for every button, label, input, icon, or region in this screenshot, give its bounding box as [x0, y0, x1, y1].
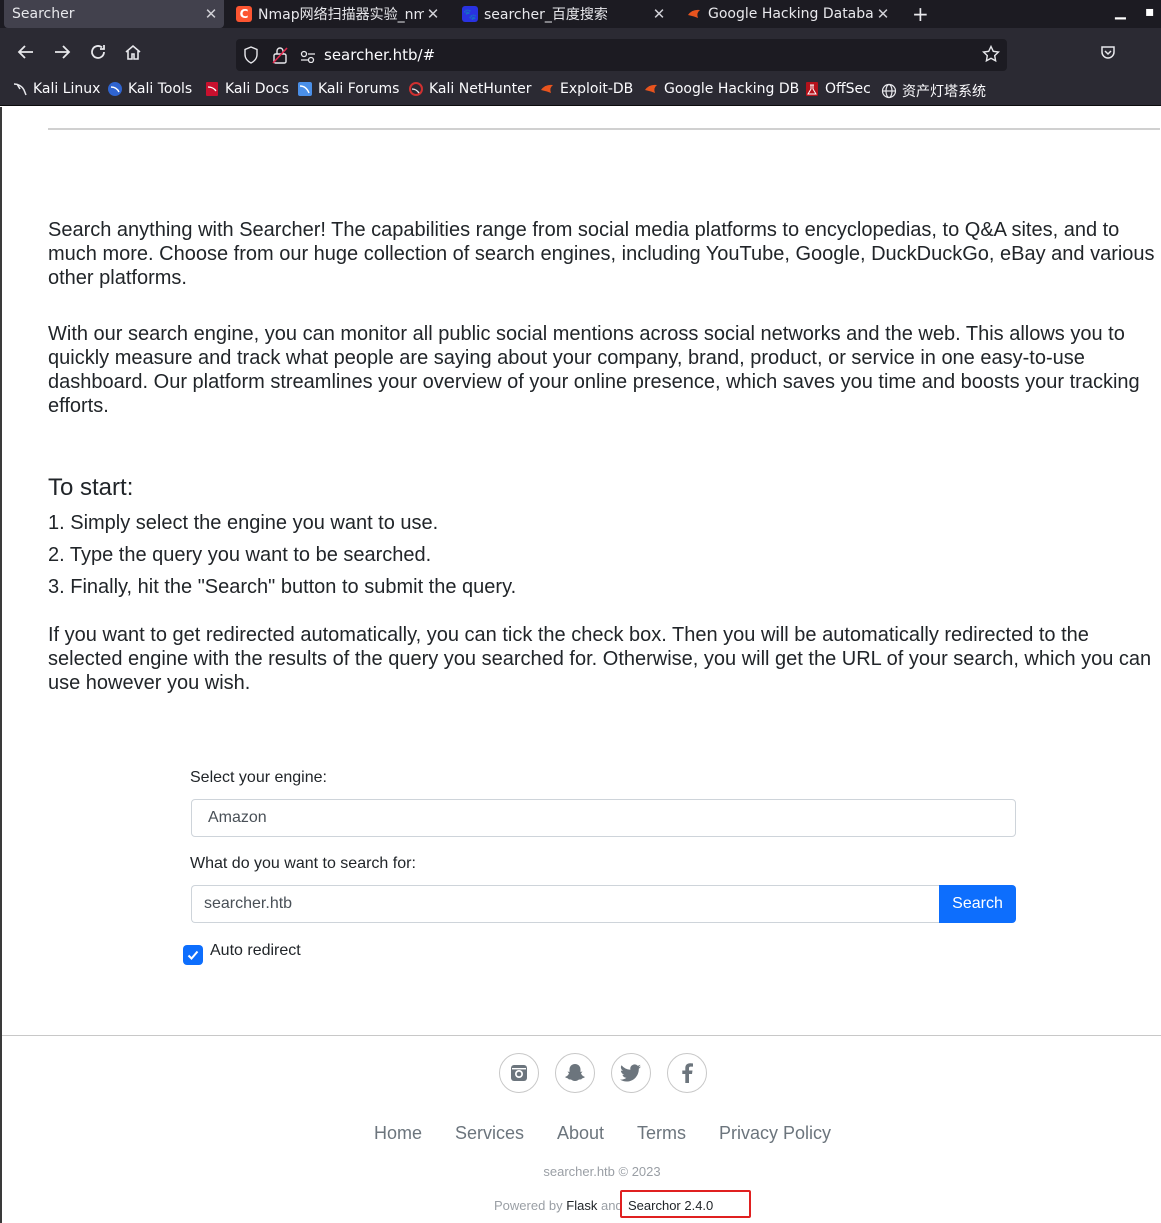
- exploit-db-icon: [539, 81, 555, 97]
- section-divider: [48, 128, 1160, 130]
- kali-forums-icon: [297, 81, 313, 97]
- intro-paragraph: Search anything with Searcher! The capab…: [48, 219, 1155, 289]
- forward-button[interactable]: [50, 40, 74, 64]
- bookmark-asset-system[interactable]: 资产灯塔系统: [881, 81, 986, 101]
- footer-link-home[interactable]: Home: [374, 1123, 422, 1144]
- tab-title: searcher_百度搜索: [484, 7, 608, 23]
- bookmark-kali-tools[interactable]: Kali Tools: [107, 81, 192, 97]
- step-2: 2. Type the query you want to be searche…: [48, 544, 432, 566]
- powered-by-line: Powered by Flask and: [494, 1198, 623, 1213]
- close-icon[interactable]: ✕: [424, 5, 442, 23]
- bookmark-label: Kali NetHunter: [429, 81, 532, 97]
- close-icon[interactable]: ✕: [202, 5, 220, 23]
- bookmark-star-icon[interactable]: [981, 44, 1001, 67]
- back-button[interactable]: [14, 40, 38, 64]
- twitter-icon[interactable]: [611, 1053, 651, 1093]
- tab-title: Searcher: [12, 6, 75, 22]
- monitoring-paragraph: With our search engine, you can monitor …: [48, 323, 1140, 417]
- exploit-db-icon: [686, 6, 702, 22]
- kali-dragon-icon: [12, 81, 28, 97]
- snapchat-icon[interactable]: [555, 1053, 595, 1093]
- tab-ghdb[interactable]: Google Hacking Database ✕: [686, 0, 892, 28]
- new-tab-button[interactable]: +: [912, 2, 929, 26]
- auto-redirect-checkbox[interactable]: [183, 945, 203, 965]
- bookmark-label: Kali Forums: [318, 81, 400, 97]
- searchor-version-link[interactable]: Searchor 2.4.0: [628, 1198, 713, 1213]
- close-icon[interactable]: ✕: [874, 5, 892, 23]
- engine-select[interactable]: Amazon: [191, 799, 1016, 837]
- footer-divider: [2, 1035, 1161, 1036]
- tab-title: Nmap网络扫描器实验_nmap: [258, 7, 424, 23]
- csdn-icon: C: [236, 6, 252, 22]
- offsec-icon: [804, 81, 820, 97]
- bookmark-kali-docs[interactable]: Kali Docs: [204, 81, 289, 97]
- kali-tools-icon: [107, 81, 123, 97]
- bookmark-offsec[interactable]: OffSec: [804, 81, 871, 97]
- minimize-button[interactable]: ▁: [1115, 4, 1126, 20]
- bookmark-label: Google Hacking DB: [664, 81, 800, 97]
- bookmark-kali-nethunter[interactable]: Kali NetHunter: [408, 81, 531, 97]
- url-text[interactable]: searcher.htb/#: [324, 46, 435, 64]
- query-input[interactable]: searcher.htb: [191, 885, 941, 923]
- close-icon[interactable]: ✕: [650, 5, 668, 23]
- address-bar[interactable]: searcher.htb/#: [236, 39, 1007, 71]
- maximize-button[interactable]: ▪: [1145, 4, 1155, 20]
- flask-link[interactable]: Flask: [566, 1198, 597, 1213]
- nethunter-icon: [408, 81, 424, 97]
- reload-button[interactable]: [86, 40, 110, 64]
- powered-by-text: Powered by: [494, 1198, 563, 1213]
- exploit-db-icon: [643, 81, 659, 97]
- auto-redirect-label[interactable]: Auto redirect: [210, 942, 301, 960]
- tab-baidu[interactable]: 🐾 searcher_百度搜索 ✕: [462, 0, 668, 28]
- bookmark-kali-linux[interactable]: Kali Linux: [12, 81, 100, 97]
- engine-label: Select your engine:: [190, 769, 327, 786]
- query-value: searcher.htb: [204, 895, 293, 912]
- footer-link-services[interactable]: Services: [455, 1123, 524, 1144]
- baidu-paw-icon: 🐾: [462, 6, 478, 22]
- bookmark-label: Kali Linux: [33, 81, 101, 97]
- footer-link-privacy-policy[interactable]: Privacy Policy: [719, 1123, 831, 1144]
- pocket-icon[interactable]: [1096, 40, 1120, 64]
- tab-title: Google Hacking Database: [708, 6, 874, 22]
- tab-strip: Searcher ✕ C Nmap网络扫描器实验_nmap ✕ 🐾 search…: [0, 0, 1161, 28]
- bookmark-kali-forums[interactable]: Kali Forums: [297, 81, 399, 97]
- tab-searcher[interactable]: Searcher ✕: [4, 0, 224, 28]
- start-heading: To start:: [48, 474, 134, 501]
- bookmark-label: 资产灯塔系统: [902, 84, 986, 100]
- step-3: 3. Finally, hit the "Search" button to s…: [48, 576, 517, 598]
- engine-selected-value: Amazon: [208, 809, 267, 826]
- footer-link-terms[interactable]: Terms: [637, 1123, 686, 1144]
- checkmark-icon: [187, 950, 199, 960]
- bookmarks-toolbar: Kali Linux Kali Tools Kali Docs Kali For…: [0, 76, 1161, 106]
- home-button[interactable]: [121, 40, 145, 64]
- facebook-icon[interactable]: [667, 1053, 707, 1093]
- shield-icon[interactable]: [243, 46, 259, 68]
- query-label: What do you want to search for:: [190, 855, 416, 872]
- insecure-lock-icon[interactable]: [272, 46, 288, 68]
- page-viewport: Search anything with Searcher! The capab…: [0, 107, 1161, 1223]
- copyright-text: searcher.htb © 2023: [543, 1164, 661, 1179]
- bookmark-google-hacking-db[interactable]: Google Hacking DB: [643, 81, 799, 97]
- bookmark-label: Kali Docs: [225, 81, 290, 97]
- bookmark-label: Kali Tools: [128, 81, 193, 97]
- redirect-paragraph: If you want to get redirected automatica…: [48, 624, 1152, 694]
- step-1: 1. Simply select the engine you want to …: [48, 512, 439, 534]
- kali-docs-icon: [204, 81, 220, 97]
- bookmark-exploit-db[interactable]: Exploit-DB: [539, 81, 633, 97]
- instagram-icon[interactable]: [499, 1053, 539, 1093]
- bookmark-label: OffSec: [825, 81, 871, 97]
- search-button[interactable]: Search: [939, 885, 1016, 923]
- permissions-icon[interactable]: [300, 48, 316, 67]
- tab-nmap[interactable]: C Nmap网络扫描器实验_nmap ✕: [236, 0, 442, 28]
- bookmark-label: Exploit-DB: [560, 81, 634, 97]
- footer-link-about[interactable]: About: [557, 1123, 604, 1144]
- globe-icon: [881, 83, 897, 99]
